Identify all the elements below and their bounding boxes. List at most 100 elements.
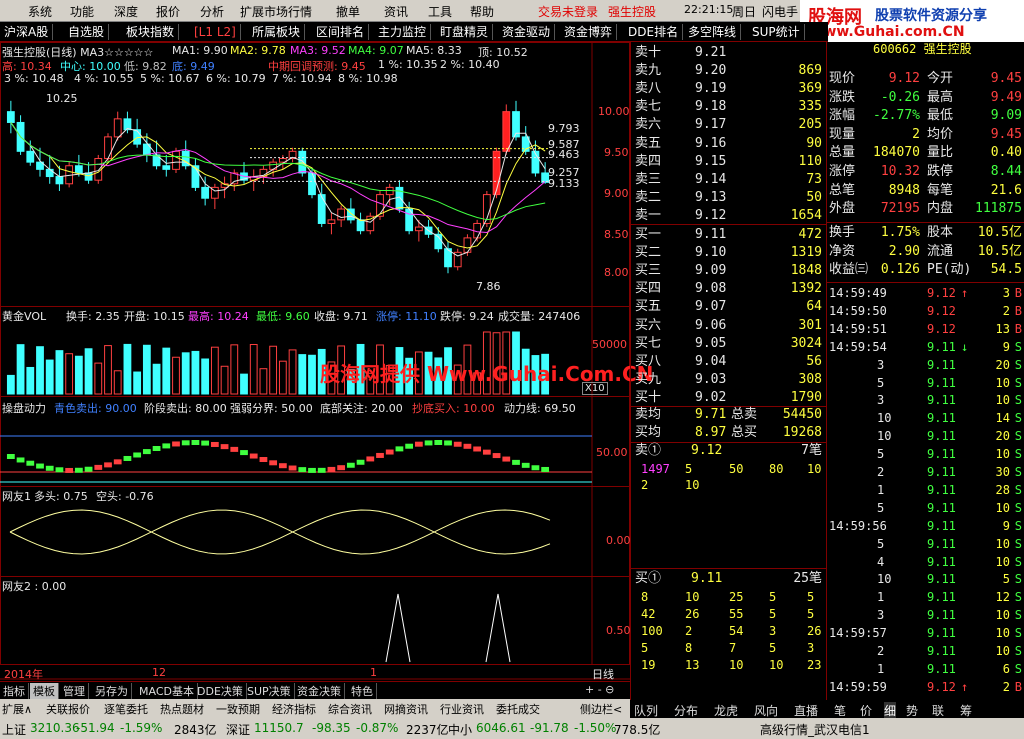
tick-tab[interactable]: 分布 bbox=[674, 702, 698, 719]
avg-sell: 9.71 bbox=[695, 407, 727, 422]
nav-consensus[interactable]: 一致预期 bbox=[216, 701, 260, 717]
buy-level-price[interactable]: 9.10 bbox=[695, 244, 726, 262]
sell1-queue-cell: 2 bbox=[641, 478, 649, 492]
tick-tab[interactable]: 队列 bbox=[634, 702, 658, 719]
quote-field-value: 21.6 bbox=[990, 182, 1022, 198]
menu-depth[interactable]: 深度 bbox=[114, 3, 138, 20]
tick-volume: 12 bbox=[995, 590, 1010, 605]
sell-level-price[interactable]: 9.14 bbox=[695, 171, 726, 189]
tab-save-as[interactable]: 另存为 bbox=[92, 683, 132, 699]
tick-time: 14:59:50 bbox=[829, 303, 887, 318]
sell-level-price[interactable]: 9.20 bbox=[695, 62, 726, 80]
tick-tab[interactable]: 直播 bbox=[794, 702, 818, 719]
sell-level-price[interactable]: 9.21 bbox=[695, 44, 726, 62]
menu-help[interactable]: 帮助 bbox=[470, 3, 494, 20]
tick-price: 9.12 bbox=[927, 321, 956, 336]
tab-fund-game[interactable]: 资金博弈 bbox=[560, 24, 618, 40]
tick-side: S bbox=[1014, 393, 1022, 408]
menu-tools[interactable]: 工具 bbox=[428, 3, 452, 20]
tab-template[interactable]: 模板 bbox=[30, 683, 59, 699]
buy-level-label: 买七 bbox=[635, 335, 662, 351]
tick-time: 3 bbox=[877, 357, 885, 372]
nav-order-by-order[interactable]: 逐笔委托 bbox=[104, 701, 148, 717]
power-e: 抄底买入: 10.00 bbox=[412, 402, 495, 415]
tab-range-rank[interactable]: 区间排名 bbox=[312, 24, 370, 40]
sh-label[interactable]: 上证 bbox=[2, 721, 26, 738]
sell-level-price[interactable]: 9.16 bbox=[695, 135, 726, 153]
buy-level-price[interactable]: 9.06 bbox=[695, 317, 726, 335]
tick-tab[interactable]: 筹 bbox=[960, 702, 972, 719]
power-bar bbox=[327, 466, 336, 472]
trade-status[interactable]: 交易未登录 bbox=[538, 3, 598, 20]
menu-extended-market[interactable]: 扩展市场行情 bbox=[240, 3, 312, 20]
nav-econ-indicators[interactable]: 经济指标 bbox=[272, 701, 316, 717]
power-bar bbox=[385, 449, 394, 455]
menu-system[interactable]: 系统 bbox=[28, 3, 52, 20]
nav-expand[interactable]: 扩展∧ bbox=[2, 701, 32, 717]
sell-level-price[interactable]: 9.19 bbox=[695, 80, 726, 98]
nav-related-quote[interactable]: 关联报价 bbox=[46, 701, 90, 717]
tab-dde-rank[interactable]: DDE排名 bbox=[624, 24, 684, 40]
sell-level-price[interactable]: 9.15 bbox=[695, 153, 726, 171]
tick-tab[interactable]: 风向 bbox=[754, 702, 778, 719]
buy-level-price[interactable]: 9.03 bbox=[695, 371, 726, 389]
tick-tab[interactable]: 势 bbox=[906, 702, 918, 719]
nav-order-deals[interactable]: 委托成交 bbox=[496, 701, 540, 717]
sell-level-price[interactable]: 9.12 bbox=[695, 207, 726, 225]
buy1-queue-cell: 54 bbox=[729, 624, 744, 638]
flash-trade-button[interactable]: 闪电手 bbox=[762, 3, 798, 20]
buy-level-price[interactable]: 9.08 bbox=[695, 280, 726, 298]
tab-macd[interactable]: MACD基本 bbox=[136, 683, 198, 699]
sell-level-price[interactable]: 9.18 bbox=[695, 98, 726, 116]
tab-indicator[interactable]: 指标 bbox=[0, 683, 29, 699]
buy-level-price[interactable]: 9.05 bbox=[695, 335, 726, 353]
buy-level-price[interactable]: 9.04 bbox=[695, 353, 726, 371]
nav-digest-news[interactable]: 网摘资讯 bbox=[384, 701, 428, 717]
tab-sup-decision[interactable]: SUP决策 bbox=[244, 683, 295, 699]
nav-hot-topics[interactable]: 热点题材 bbox=[160, 701, 204, 717]
quote-field-label: 涨停 bbox=[829, 164, 856, 179]
sz-label[interactable]: 深证 bbox=[226, 721, 250, 738]
buy-level-price[interactable]: 9.02 bbox=[695, 389, 726, 407]
tick-tab[interactable]: 价 bbox=[860, 702, 872, 719]
zoom-controls[interactable]: + - ⊖ bbox=[582, 683, 617, 696]
nav-sidebar-toggle[interactable]: 侧边栏< bbox=[580, 701, 622, 717]
tab-main-monitor[interactable]: 主力监控 bbox=[374, 24, 432, 40]
sell-level-price[interactable]: 9.17 bbox=[695, 116, 726, 134]
sme-index: 6046.61 bbox=[476, 721, 526, 735]
nav-industry-news[interactable]: 行业资讯 bbox=[440, 701, 484, 717]
tab-dde-decision[interactable]: DDE决策 bbox=[194, 683, 247, 699]
nav-combined-news[interactable]: 综合资讯 bbox=[328, 701, 372, 717]
tick-tab[interactable]: 细 bbox=[884, 702, 897, 719]
tab-watchlist[interactable]: 自选股 bbox=[64, 24, 110, 40]
tick-tab[interactable]: 联 bbox=[932, 702, 944, 719]
tab-fund-drive[interactable]: 资金驱动 bbox=[498, 24, 556, 40]
tab-belonging-sector[interactable]: 所属板块 bbox=[248, 24, 306, 40]
buy-level-price[interactable]: 9.07 bbox=[695, 298, 726, 316]
sell-level-price[interactable]: 9.13 bbox=[695, 189, 726, 207]
menu-function[interactable]: 功能 bbox=[70, 3, 94, 20]
tab-sup-stats[interactable]: SUP统计 bbox=[748, 24, 805, 40]
tick-time: 2 bbox=[877, 465, 885, 479]
tick-tab[interactable]: 笔 bbox=[834, 702, 846, 719]
quote-field-label: 换手 bbox=[829, 225, 856, 240]
tab-level[interactable]: [L1 L2] bbox=[190, 24, 241, 40]
tab-hs-a-shares[interactable]: 沪深A股 bbox=[0, 24, 54, 40]
sme-label[interactable]: 中小 bbox=[448, 721, 472, 738]
tick-tab[interactable]: 龙虎 bbox=[714, 702, 738, 719]
menu-quote[interactable]: 报价 bbox=[156, 3, 180, 20]
tab-manage[interactable]: 管理 bbox=[60, 683, 89, 699]
buy-level-price[interactable]: 9.11 bbox=[695, 226, 726, 244]
tab-watch-elf[interactable]: 盯盘精灵 bbox=[436, 24, 494, 40]
tab-sector-index[interactable]: 板块指数 bbox=[122, 24, 180, 40]
tick-price: 9.11 bbox=[927, 393, 956, 408]
quote-field-label: 均价 bbox=[927, 126, 954, 142]
period-label[interactable]: 日线 bbox=[592, 666, 614, 682]
tab-feature[interactable]: 特色 bbox=[348, 683, 377, 699]
menu-news[interactable]: 资讯 bbox=[384, 3, 408, 20]
menu-cancel-order[interactable]: 撤单 bbox=[336, 3, 360, 20]
tab-fund-decision[interactable]: 资金决策 bbox=[294, 683, 345, 699]
buy-level-price[interactable]: 9.09 bbox=[695, 262, 726, 280]
menu-analysis[interactable]: 分析 bbox=[200, 3, 224, 20]
tab-long-short[interactable]: 多空阵线 bbox=[684, 24, 742, 40]
